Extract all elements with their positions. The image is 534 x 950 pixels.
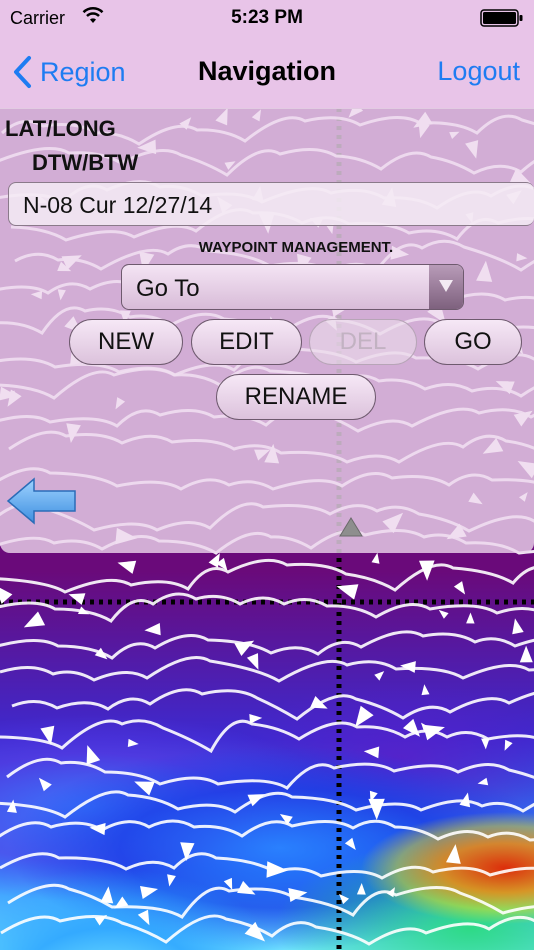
clock: 5:23 PM <box>231 7 303 28</box>
route-field[interactable]: N-08 Cur 12/27/14 <box>8 182 534 226</box>
dtw-btw-label: DTW/BTW <box>32 150 139 175</box>
lat-long-label: LAT/LONG <box>5 116 116 141</box>
go-waypoint-button[interactable]: GO <box>424 319 522 365</box>
waypoint-management-heading: WAYPOINT MANAGEMENT. <box>198 239 394 256</box>
waypoint-panel: LAT/LONG DTW/BTW N-08 Cur 12/27/14 WAYPO… <box>0 108 534 553</box>
logout-button[interactable]: Logout <box>437 56 520 87</box>
triangle-down-icon <box>439 280 453 292</box>
delete-waypoint-button[interactable]: DEL <box>309 319 417 365</box>
waypoint-action-select[interactable]: Go To <box>121 264 464 310</box>
battery-icon <box>480 9 524 32</box>
triangle-up-icon[interactable] <box>338 516 364 543</box>
dropdown-toggle[interactable] <box>429 265 463 309</box>
navigation-bar: Region Navigation Logout <box>0 36 534 109</box>
edit-waypoint-button[interactable]: EDIT <box>191 319 302 365</box>
arrow-left-icon[interactable] <box>6 476 78 531</box>
rename-waypoint-button[interactable]: RENAME <box>216 374 376 420</box>
new-waypoint-button[interactable]: NEW <box>69 319 183 365</box>
waypoint-action-value: Go To <box>136 275 200 302</box>
status-bar: Carrier 5:23 PM <box>0 0 534 36</box>
